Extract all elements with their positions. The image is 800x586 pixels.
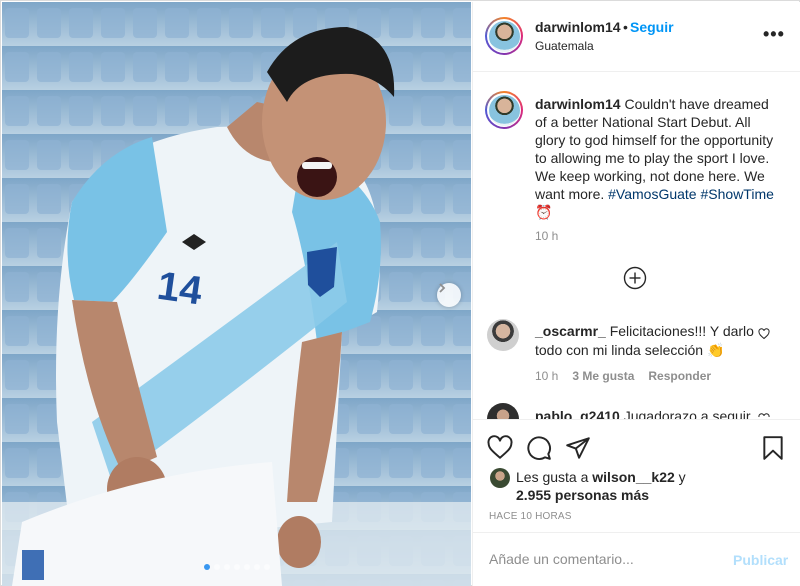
likes-conjunction: y [678,469,686,485]
carousel-dot [203,564,210,570]
author-avatar[interactable] [485,17,523,55]
commenter-avatar[interactable] [487,319,519,351]
likes-prefix: Les gusta a [516,469,589,485]
post-location[interactable]: Guatemala [535,39,594,53]
hashtag-link[interactable]: #VamosGuate [608,186,696,202]
caption-username[interactable]: darwinlom14 [535,96,621,112]
carousel-dot [223,564,230,570]
add-comment-bar: Publicar [473,532,800,586]
comment-likes-count[interactable]: 3 Me gusta [572,369,634,383]
likes-summary: Les gusta a wilson__k22 y [516,469,686,485]
likes-count[interactable]: 2.955 personas más [516,487,649,503]
heart-icon[interactable] [487,435,513,461]
liker-avatar[interactable] [490,468,510,488]
commenter-avatar[interactable] [487,403,519,419]
carousel-dot [213,564,220,570]
liker-username[interactable]: wilson__k22 [592,469,675,485]
post-photo[interactable]: 14 [2,2,471,586]
comment-icon[interactable] [526,435,552,461]
svg-text:14: 14 [155,264,206,314]
carousel-next-icon [439,283,446,293]
bookmark-icon[interactable] [760,435,786,461]
comment-timestamp[interactable]: 10 h [535,369,558,383]
comment-like-heart-icon[interactable] [758,411,770,417]
player-celebration-image: 14 [2,2,471,586]
comment-like-heart-icon[interactable] [758,328,770,340]
caption-timestamp[interactable]: 10 h [535,229,558,243]
post-actions: Les gusta a wilson__k22 y 2.955 personas… [473,419,800,586]
post-header: darwinlom14 • Seguir Guatemala ••• [473,2,800,72]
post-timestamp[interactable]: HACE 10 HORAS [489,511,572,522]
hashtag-link[interactable]: #ShowTime [701,186,774,202]
clapping-hands-emoji: 👏 [707,342,725,358]
carousel-next-button[interactable] [437,283,461,307]
follow-button[interactable]: Seguir [630,19,674,35]
comment-input[interactable] [489,551,719,567]
alarm-clock-emoji: ⏰ [535,204,553,220]
post-sidebar: darwinlom14 • Seguir Guatemala ••• darwi… [472,2,800,586]
publish-button[interactable]: Publicar [733,552,788,568]
more-options-icon[interactable]: ••• [763,24,785,45]
carousel-dot [233,564,240,570]
load-more-comments-icon[interactable] [623,266,647,290]
author-username[interactable]: darwinlom14 [535,19,621,35]
comment-item: _oscarmr_ Felicitaciones!!! Y darlo todo… [535,322,757,360]
carousel-indicator [2,564,471,570]
carousel-dot [253,564,260,570]
header-separator: • [623,19,628,35]
post-caption: darwinlom14 Couldn't have dreamed of a b… [535,95,783,221]
comment-meta: 10 h 3 Me gusta Responder [535,369,711,383]
comment-username[interactable]: _oscarmr_ [535,323,606,339]
post-window: 14 darwinlom14 • Seguir Guatemala ••• da… [0,0,800,586]
carousel-dot [263,564,270,570]
likes-count-line: 2.955 personas más [516,487,649,503]
caption-avatar[interactable] [485,91,523,129]
share-icon[interactable] [565,435,591,461]
comment-reply-button[interactable]: Responder [648,369,711,383]
carousel-dot [243,564,250,570]
